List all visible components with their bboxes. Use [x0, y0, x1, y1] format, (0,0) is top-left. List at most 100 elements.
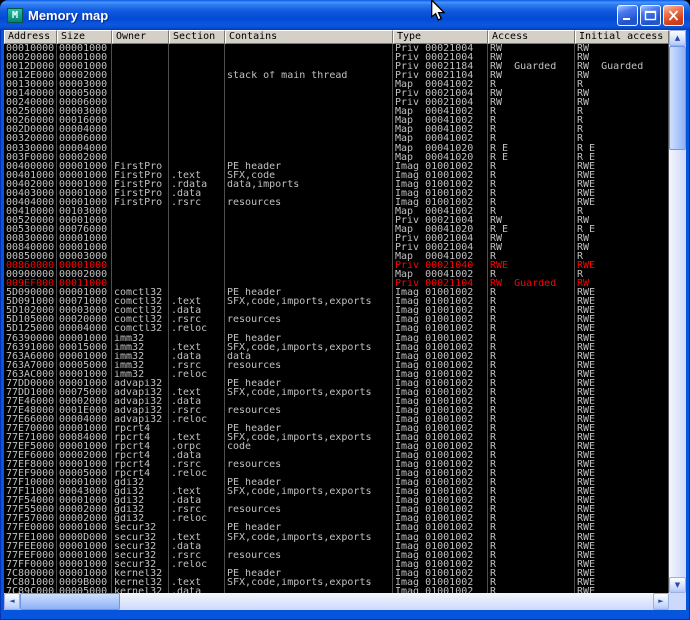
memory-row-003F0000[interactable]: 003F000000002000Map 00041020R ER E [4, 153, 669, 162]
cell-owner [112, 89, 169, 98]
vertical-scroll-thumb[interactable] [669, 46, 686, 150]
memory-row-00020000[interactable]: 0002000000001000Priv 00021004RWRW [4, 53, 669, 62]
cell-section: .text [169, 487, 225, 496]
memory-row-7C801000[interactable]: 7C8010000009B000kernel32.textSFX,code,im… [4, 578, 669, 587]
memory-row-77F54000[interactable]: 77F5400000001000gdi32.dataImag 01001002R… [4, 496, 669, 505]
scroll-right-arrow[interactable]: ► [653, 593, 669, 610]
minimize-button[interactable] [617, 5, 638, 26]
memory-row-77F55000[interactable]: 77F5500000002000gdi32.rsrcresourcesImag … [4, 505, 669, 514]
memory-row-00330000[interactable]: 0033000000004000Map 00041020R ER E [4, 144, 669, 153]
memory-row-00530000[interactable]: 0053000000076000Map 00041020R ER E [4, 225, 669, 234]
memory-row-00900000[interactable]: 0090000000002000Map 00041002RR [4, 270, 669, 279]
memory-row-77F57000[interactable]: 77F5700000002000gdi32.relocImag 01001002… [4, 514, 669, 523]
cell-address: 77DD0000 [4, 379, 57, 388]
cell-address: 00260000 [4, 116, 57, 125]
memory-row-00260000[interactable]: 0026000000016000Map 00041002RR [4, 116, 669, 125]
memory-row-77FE1000[interactable]: 77FE10000000D000secur32.textSFX,code,imp… [4, 533, 669, 542]
horizontal-scroll-thumb[interactable] [20, 593, 120, 610]
cell-owner: rpcrt4 [112, 442, 169, 451]
memory-row-0012E000[interactable]: 0012E00000002000stack of main threadPriv… [4, 71, 669, 80]
column-header-type[interactable]: Type [393, 30, 488, 44]
memory-row-5D102000[interactable]: 5D10200000003000comctl32.dataImag 010010… [4, 306, 669, 315]
memory-row-77EF8000[interactable]: 77EF800000001000rpcrt4.rsrcresourcesImag… [4, 460, 669, 469]
cell-size: 00001000 [57, 62, 112, 71]
column-header-section[interactable]: Section [169, 30, 225, 44]
cell-type: Imag 01001002 [393, 162, 488, 171]
memory-row-00140000[interactable]: 0014000000005000Priv 00021004RWRW [4, 89, 669, 98]
memory-row-5D125000[interactable]: 5D12500000004000comctl32.relocImag 01001… [4, 324, 669, 333]
cell-section [169, 424, 225, 433]
cell-access: R E [488, 225, 575, 234]
memory-row-00320000[interactable]: 0032000000006000Map 00041002RR [4, 134, 669, 143]
memory-row-5D090000[interactable]: 5D09000000001000comctl32PE headerImag 01… [4, 288, 669, 297]
memory-row-763AC000[interactable]: 763AC00000001000imm32.relocImag 01001002… [4, 370, 669, 379]
scroll-left-arrow[interactable]: ◄ [4, 593, 20, 610]
memory-row-7C800000[interactable]: 7C80000000001000kernel32PE headerImag 01… [4, 569, 669, 578]
vertical-scrollbar[interactable]: ▲ ▼ [669, 30, 686, 593]
memory-row-76391000[interactable]: 7639100000015000imm32.textSFX,code,impor… [4, 343, 669, 352]
column-header-contains[interactable]: Contains [225, 30, 393, 44]
memory-row-00403000[interactable]: 0040300000001000FirstPro.dataImag 010010… [4, 189, 669, 198]
memory-row-77F10000[interactable]: 77F1000000001000gdi32PE headerImag 01001… [4, 478, 669, 487]
memory-row-77FE0000[interactable]: 77FE000000001000secur32PE headerImag 010… [4, 523, 669, 532]
memory-row-00850000[interactable]: 0085000000003000Map 00041002RR [4, 252, 669, 261]
memory-row-0012D000[interactable]: 0012D00000001000Priv 00021184RW GuardedR… [4, 62, 669, 71]
memory-row-77E46000[interactable]: 77E4600000002000advapi32.dataImag 010010… [4, 397, 669, 406]
memory-row-77E48000[interactable]: 77E480000001E000advapi32.rsrcresourcesIm… [4, 406, 669, 415]
memory-row-77EF5000[interactable]: 77EF500000001000rpcrt4.orpccodeImag 0100… [4, 442, 669, 451]
memory-row-00404000[interactable]: 0040400000001000FirstPro.rsrcresourcesIm… [4, 198, 669, 207]
memory-row-763A7000[interactable]: 763A700000005000imm32.rsrcresourcesImag … [4, 361, 669, 370]
memory-row-00520000[interactable]: 0052000000001000Priv 00021004RWRW [4, 216, 669, 225]
scroll-down-arrow[interactable]: ▼ [669, 577, 686, 593]
cell-contains: SFX,code,imports,exports [225, 433, 393, 442]
memory-row-77F11000[interactable]: 77F1100000043000gdi32.textSFX,code,impor… [4, 487, 669, 496]
memory-row-77E71000[interactable]: 77E7100000084000rpcrt4.textSFX,code,impo… [4, 433, 669, 442]
cell-type: Imag 01001002 [393, 306, 488, 315]
memory-row-5D091000[interactable]: 5D09100000071000comctl32.textSFX,code,im… [4, 297, 669, 306]
memory-row-00840000[interactable]: 0084000000001000Priv 00021004RWRW [4, 243, 669, 252]
memory-row-77E70000[interactable]: 77E7000000001000rpcrt4PE headerImag 0100… [4, 424, 669, 433]
memory-row-5D105000[interactable]: 5D10500000020000comctl32.rsrcresourcesIm… [4, 315, 669, 324]
scroll-up-arrow[interactable]: ▲ [669, 30, 686, 46]
cell-size: 00001000 [57, 171, 112, 180]
memory-row-77DD0000[interactable]: 77DD000000001000advapi32PE headerImag 01… [4, 379, 669, 388]
column-header-owner[interactable]: Owner [112, 30, 169, 44]
memory-row-77FF0000[interactable]: 77FF000000001000secur32.relocImag 010010… [4, 560, 669, 569]
title-bar[interactable]: M Memory map [0, 0, 690, 30]
memory-row-77E66000[interactable]: 77E6600000004000advapi32.relocImag 01001… [4, 415, 669, 424]
memory-row-00250000[interactable]: 0025000000003000Map 00041002RR [4, 107, 669, 116]
cell-initial: RWE [575, 171, 669, 180]
cell-size: 00084000 [57, 433, 112, 442]
memory-row-77FEF000[interactable]: 77FEF00000001000secur32.rsrcresourcesIma… [4, 551, 669, 560]
cell-section: .orpc [169, 442, 225, 451]
close-button[interactable] [663, 5, 684, 26]
cell-access: R [488, 560, 575, 569]
memory-row-009EF000[interactable]: 009EF00000011000Priv 00021104RW GuardedR… [4, 279, 669, 288]
cell-initial: R [575, 80, 669, 89]
memory-row-77FEE000[interactable]: 77FEE00000001000secur32.dataImag 0100100… [4, 542, 669, 551]
column-header-access[interactable]: Access [488, 30, 575, 44]
column-header-address[interactable]: Address [4, 30, 57, 44]
memory-row-002D0000[interactable]: 002D000000004000Map 00041002RR [4, 125, 669, 134]
memory-row-00130000[interactable]: 0013000000003000Map 00041002RR [4, 80, 669, 89]
cell-owner [112, 225, 169, 234]
cell-owner: gdi32 [112, 514, 169, 523]
memory-row-763A6000[interactable]: 763A600000001000imm32.datadataImag 01001… [4, 352, 669, 361]
memory-row-00402000[interactable]: 0040200000001000FirstPro.rdatadata,impor… [4, 180, 669, 189]
memory-row-00860000[interactable]: 0086000000001000Priv 00021040RWERWE [4, 261, 669, 270]
memory-row-00010000[interactable]: 0001000000001000Priv 00021004RWRW [4, 44, 669, 53]
memory-row-00830000[interactable]: 0083000000001000Priv 00021004RWRW [4, 234, 669, 243]
memory-row-76390000[interactable]: 7639000000001000imm32PE headerImag 01001… [4, 334, 669, 343]
memory-row-00400000[interactable]: 0040000000001000FirstProPE headerImag 01… [4, 162, 669, 171]
memory-row-77DD1000[interactable]: 77DD100000075000advapi32.textSFX,code,im… [4, 388, 669, 397]
memory-row-77EF9000[interactable]: 77EF900000005000rpcrt4.relocImag 0100100… [4, 469, 669, 478]
memory-row-00240000[interactable]: 0024000000006000Priv 00021004RWRW [4, 98, 669, 107]
memory-row-77EF6000[interactable]: 77EF600000002000rpcrt4.dataImag 01001002… [4, 451, 669, 460]
memory-row-00410000[interactable]: 0041000000103000Map 00041002RR [4, 207, 669, 216]
cell-type: Priv 00021004 [393, 53, 488, 62]
memory-row-00401000[interactable]: 0040100000001000FirstPro.textSFX,codeIma… [4, 171, 669, 180]
column-header-size[interactable]: Size [57, 30, 112, 44]
horizontal-scrollbar[interactable]: ◄ ► [4, 593, 669, 610]
column-header-initial[interactable]: Initial access [575, 30, 669, 44]
maximize-button[interactable] [640, 5, 661, 26]
